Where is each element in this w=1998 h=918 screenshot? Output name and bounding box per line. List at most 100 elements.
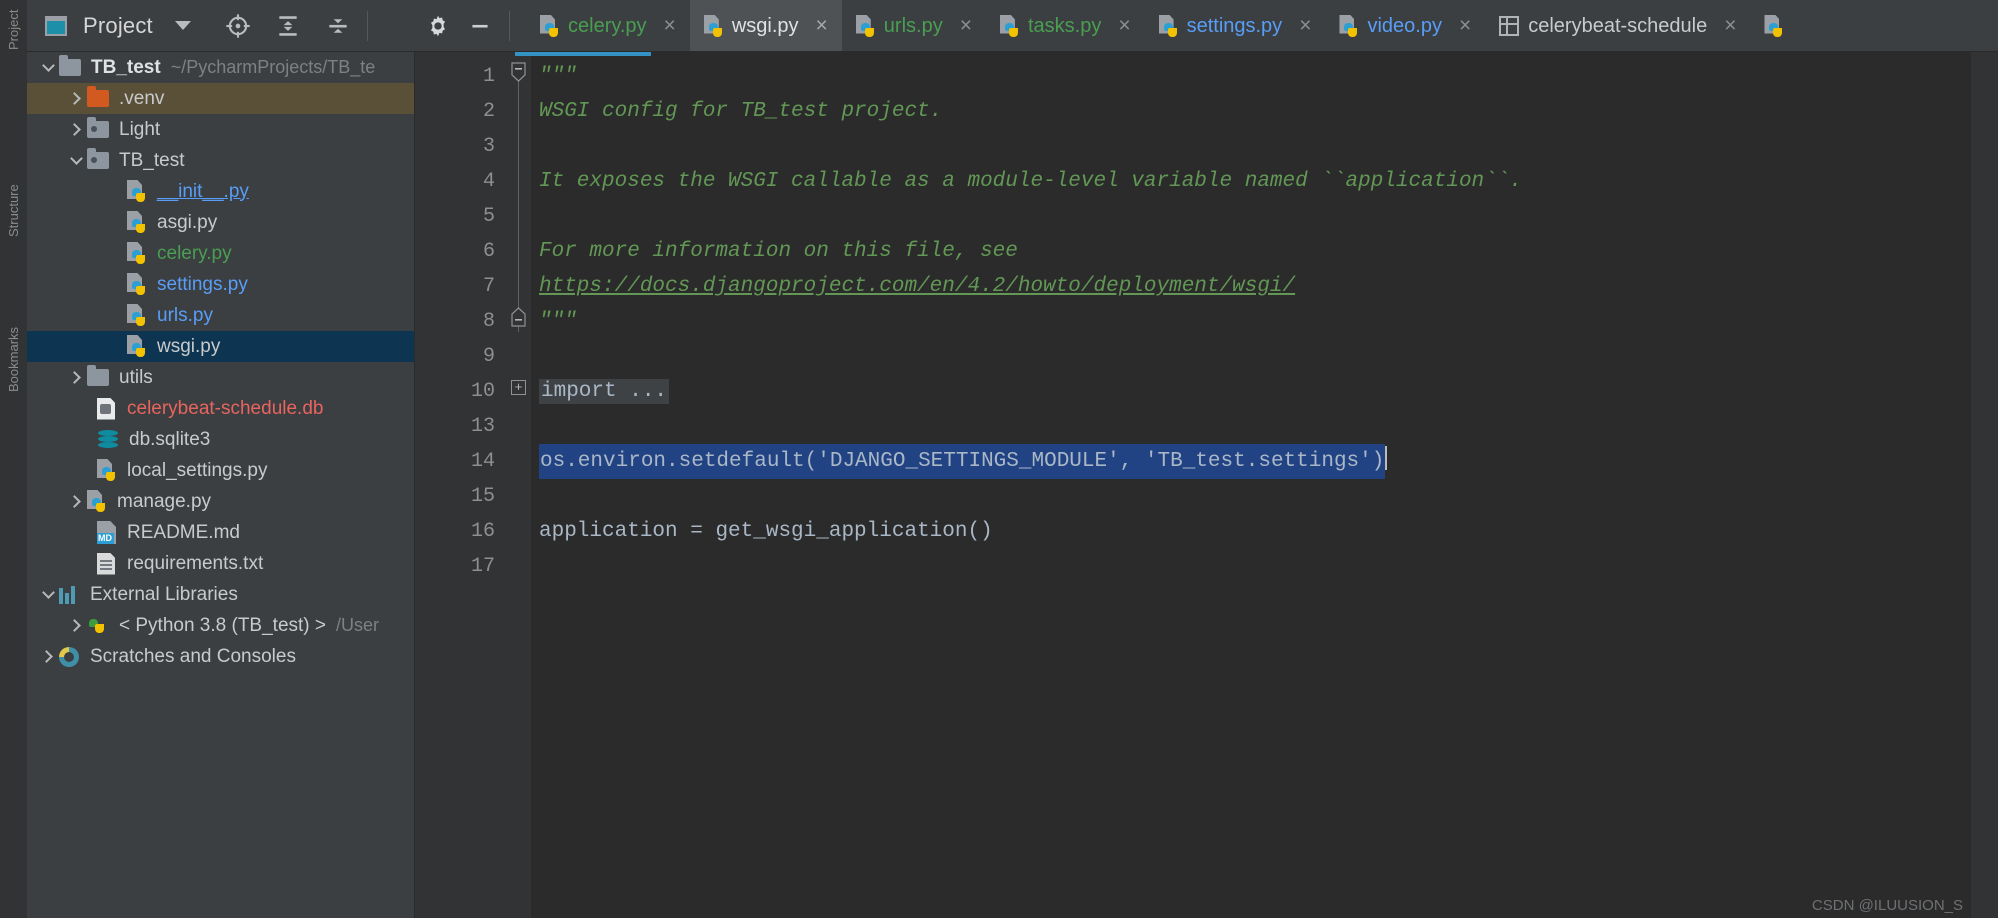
right-tool-stripe[interactable] [1971, 52, 1998, 918]
chevron-right-icon[interactable] [65, 371, 87, 384]
folded-imports-chip[interactable]: import ... [539, 379, 670, 404]
tree-row-venv[interactable]: .venv [27, 83, 414, 114]
tab-close-icon[interactable]: × [1118, 14, 1130, 38]
chevron-down-icon[interactable] [37, 586, 59, 599]
tab-close-icon[interactable]: × [960, 14, 972, 38]
pycharm-window: Project Project celery.py × wsgi.py × ur… [0, 0, 1998, 918]
tree-row-local-settings-py[interactable]: local_settings.py [27, 455, 414, 486]
tab-close-icon[interactable]: × [1724, 14, 1736, 38]
stripe-label-project[interactable]: Project [6, 10, 21, 50]
watermark: CSDN @ILUUSION_S [1811, 897, 1963, 914]
code-line-10[interactable]: import ... [531, 374, 1971, 409]
tree-row-requirements-txt[interactable]: requirements.txt [27, 548, 414, 579]
tab-video-py[interactable]: video.py × [1325, 0, 1485, 51]
chevron-down-icon[interactable] [37, 59, 59, 72]
collapse-all-icon[interactable] [319, 7, 357, 45]
code-folding-gutter[interactable]: + [507, 52, 531, 918]
chevron-down-icon[interactable] [174, 21, 191, 30]
tab-celery-py[interactable]: celery.py × [526, 0, 690, 51]
stripe-label-structure[interactable]: Structure [6, 184, 21, 237]
code-token-string-2: 'TB_test.settings' [1144, 450, 1372, 473]
minimize-icon[interactable] [461, 7, 499, 45]
tree-item-label: settings.py [157, 273, 248, 295]
left-tool-stripe[interactable]: Structure Bookmarks [0, 52, 27, 918]
tree-row-celery-py[interactable]: celery.py [27, 238, 414, 269]
tab-label: wsgi.py [731, 14, 799, 37]
code-line-1: """ [539, 65, 577, 88]
chevron-right-icon[interactable] [65, 123, 87, 136]
chevron-right-icon[interactable] [65, 495, 87, 508]
folder-orange-icon [87, 86, 109, 107]
chevron-right-icon[interactable] [65, 619, 87, 632]
code-line-16[interactable]: application = get_wsgi_application() [531, 514, 1971, 549]
tree-row-utils[interactable]: utils [27, 362, 414, 393]
tree-row-readme-md[interactable]: MD README.md [27, 517, 414, 548]
tree-row-light[interactable]: Light [27, 114, 414, 145]
stripe-label-bookmarks[interactable]: Bookmarks [6, 327, 21, 392]
chevron-down-icon[interactable] [65, 152, 87, 165]
chevron-right-icon[interactable] [37, 650, 59, 663]
tree-row-wsgi-py[interactable]: wsgi.py [27, 331, 414, 362]
tree-item-label: local_settings.py [127, 459, 268, 481]
tree-row-python-interpreter[interactable]: < Python 3.8 (TB_test) > /User [27, 610, 414, 641]
tab-label: urls.py [883, 14, 943, 37]
tree-row-manage-py[interactable]: manage.py [27, 486, 414, 517]
code-line-7[interactable]: https://docs.djangoproject.com/en/4.2/ho… [531, 269, 1971, 304]
chevron-right-icon[interactable] [65, 92, 87, 105]
tree-row-db-sqlite3[interactable]: db.sqlite3 [27, 424, 414, 455]
line-number: 13 [470, 415, 495, 438]
tree-row-init-py[interactable]: __init__.py [27, 176, 414, 207]
code-token-variable: application [539, 520, 678, 543]
gear-icon[interactable] [419, 7, 457, 45]
fold-collapse-bottom-icon[interactable] [511, 307, 526, 327]
tab-settings-py[interactable]: settings.py × [1145, 0, 1326, 51]
tree-item-label: asgi.py [157, 211, 218, 233]
tree-item-label: wsgi.py [157, 335, 221, 357]
python-interpreter-icon [87, 615, 109, 637]
editor-tab-bar: celery.py × wsgi.py × urls.py × tasks.py… [415, 0, 1998, 52]
tree-row-celerybeat-schedule-db[interactable]: celerybeat-schedule.db [27, 393, 414, 424]
tree-row-tb-test-module[interactable]: TB_test [27, 145, 414, 176]
code-line-2: WSGI config for TB_test project. [539, 100, 943, 123]
tab-wsgi-py[interactable]: wsgi.py × [689, 0, 842, 51]
tree-item-label: Light [119, 118, 161, 140]
line-number: 2 [482, 100, 495, 123]
tab-label: video.py [1367, 14, 1442, 37]
tree-row-settings-py[interactable]: settings.py [27, 269, 414, 300]
fold-expand-icon[interactable]: + [511, 380, 526, 395]
tree-item-label: TB_test [91, 56, 161, 78]
python-file-icon [127, 304, 146, 327]
code-line-14[interactable]: os.environ.setdefault('DJANGO_SETTINGS_M… [531, 444, 1971, 479]
main-row: Structure Bookmarks TB_test ~/PycharmPro… [0, 52, 1998, 918]
fold-region-line [518, 74, 519, 332]
tab-close-icon[interactable]: × [1459, 14, 1471, 38]
tabbar-tools [415, 0, 526, 51]
tree-row-external-libraries[interactable]: External Libraries [27, 579, 414, 610]
fold-collapse-top-icon[interactable] [511, 62, 526, 82]
project-toolbar: Project [27, 0, 415, 52]
tree-item-path: /User [336, 615, 380, 635]
code-editor[interactable]: 1 2 3 4 5 6 7 8 9 10 13 14 15 16 17 + ""… [415, 52, 1998, 918]
scratches-icon [59, 646, 79, 667]
tree-row-asgi-py[interactable]: asgi.py [27, 207, 414, 238]
tab-celerybeat-schedule[interactable]: celerybeat-schedule × [1485, 0, 1750, 51]
tree-row-urls-py[interactable]: urls.py [27, 300, 414, 331]
tab-close-icon[interactable]: × [664, 14, 676, 38]
tab-close-icon[interactable]: × [816, 14, 828, 38]
folder-module-icon [87, 148, 109, 169]
select-opened-file-icon[interactable] [219, 7, 257, 45]
expand-all-icon[interactable] [269, 7, 307, 45]
tab-close-icon[interactable]: × [1299, 14, 1311, 38]
tree-row-scratches-and-consoles[interactable]: Scratches and Consoles [27, 641, 414, 672]
tab-urls-py[interactable]: urls.py × [842, 0, 986, 51]
tab-overflow[interactable] [1750, 0, 1797, 51]
left-tool-stripe-top[interactable]: Project [0, 0, 27, 52]
project-tree[interactable]: TB_test ~/PycharmProjects/TB_te .venv Li… [27, 52, 415, 918]
tab-tasks-py[interactable]: tasks.py × [986, 0, 1145, 51]
tree-row-tb-test-root[interactable]: TB_test ~/PycharmProjects/TB_te [27, 52, 414, 83]
code-content[interactable]: """ WSGI config for TB_test project. It … [531, 52, 1971, 918]
tree-item-label: celery.py [157, 242, 232, 264]
